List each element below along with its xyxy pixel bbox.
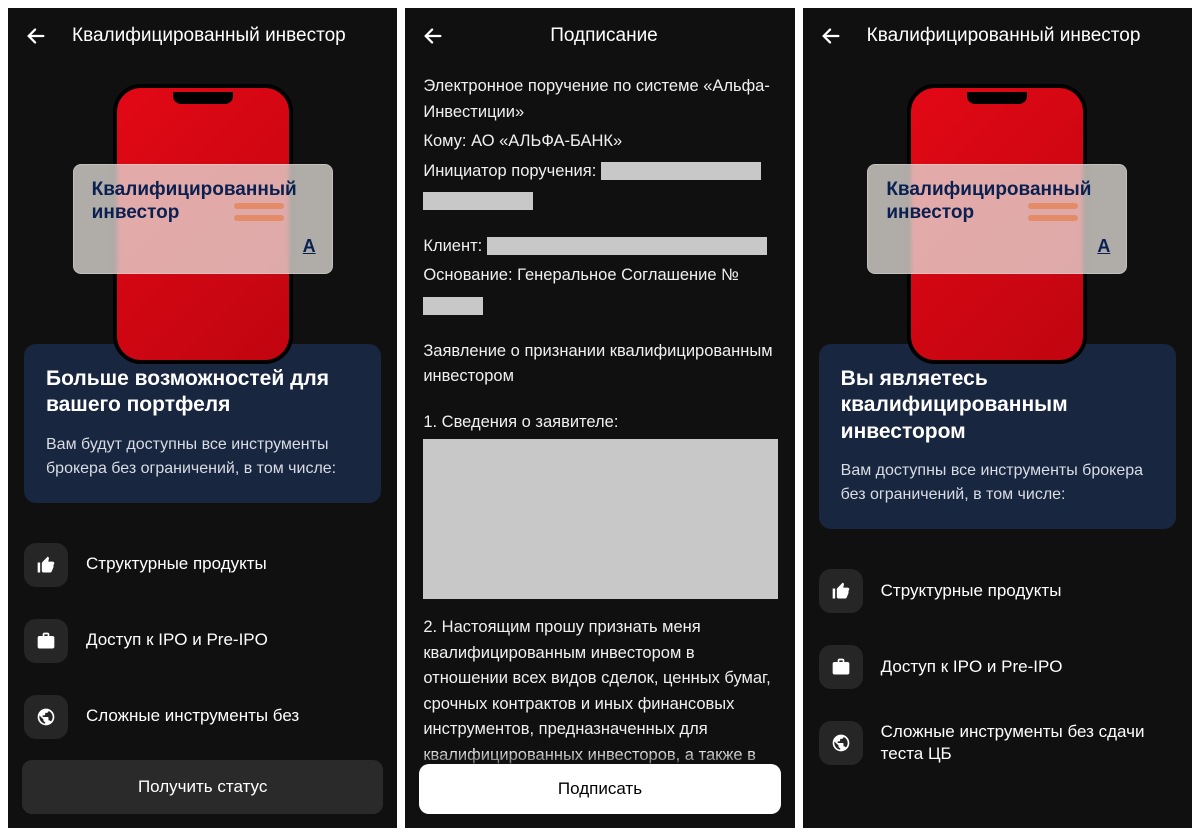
feature-label: Доступ к IPO и Pre-IPO <box>881 656 1063 678</box>
feature-list: Структурные продукты Доступ к IPO и Pre-… <box>8 519 397 763</box>
page-title: Квалифицированный инвестор <box>867 25 1141 47</box>
alpha-logo-icon: A <box>303 236 316 257</box>
info-panel-text: Вам будут доступны все инструменты броке… <box>46 433 359 481</box>
list-item: Структурные продукты <box>819 553 1176 629</box>
screen-qualified-investor-confirmed: Квалифицированный инвестор Квалифицирова… <box>803 8 1192 828</box>
doc-line: Основание: Генеральное Соглашение № <box>423 263 776 289</box>
redacted-value <box>601 162 761 180</box>
header: Квалифицированный инвестор <box>8 8 397 64</box>
header: Подписание <box>405 8 794 64</box>
qualified-card-badge: Квалифицированный инвестор A <box>73 164 333 274</box>
globe-icon <box>24 695 68 739</box>
content: Квалифицированный инвестор A Вы являетес… <box>803 64 1192 828</box>
redacted-value <box>487 237 767 255</box>
back-button[interactable] <box>24 24 48 48</box>
redacted-block <box>423 439 778 599</box>
feature-label: Структурные продукты <box>86 553 267 575</box>
screen-qualified-investor-offer: Квалифицированный инвестор Квалифицирова… <box>8 8 397 828</box>
feature-label: Сложные инструменты без <box>86 705 299 727</box>
get-status-button[interactable]: Получить статус <box>22 760 383 814</box>
globe-icon <box>819 721 863 765</box>
page-title: Квалифицированный инвестор <box>72 25 346 47</box>
doc-line: Инициатор поручения: <box>423 159 776 185</box>
list-item: Доступ к IPO и Pre-IPO <box>24 603 381 679</box>
info-panel-title: Больше возможностей для вашего портфеля <box>46 366 359 419</box>
bottom-bar: Получить статус <box>8 746 397 828</box>
bottom-bar: Подписать <box>405 750 794 828</box>
briefcase-icon <box>24 619 68 663</box>
hero-illustration: Квалифицированный инвестор A <box>803 64 1192 294</box>
list-item: Сложные инструменты без сдачи теста ЦБ <box>819 705 1176 781</box>
hero-illustration: Квалифицированный инвестор A <box>8 64 397 294</box>
list-item: Структурные продукты <box>24 527 381 603</box>
list-item: Доступ к IPO и Pre-IPO <box>819 629 1176 705</box>
back-button[interactable] <box>421 24 445 48</box>
section-heading: 1. Сведения о заявителе: <box>423 410 776 436</box>
alpha-logo-icon: A <box>1097 236 1110 257</box>
doc-line: Электронное поручение по системе «Альфа-… <box>423 74 776 125</box>
feature-list: Структурные продукты Доступ к IPO и Pre-… <box>803 545 1192 789</box>
document-content[interactable]: Электронное поручение по системе «Альфа-… <box>405 64 794 828</box>
thumbs-up-icon <box>819 569 863 613</box>
back-button[interactable] <box>819 24 843 48</box>
list-item: Сложные инструменты без <box>24 679 381 755</box>
qualified-card-badge: Квалифицированный инвестор A <box>867 164 1127 274</box>
statement-title: Заявление о признании квалифицированным … <box>423 339 776 390</box>
info-panel-title: Вы являетесь квалифицированным инвесторо… <box>841 366 1154 445</box>
info-panel: Больше возможностей для вашего портфеля … <box>24 344 381 503</box>
feature-label: Доступ к IPO и Pre-IPO <box>86 629 268 651</box>
redacted-value <box>423 192 533 210</box>
feature-label: Сложные инструменты без сдачи теста ЦБ <box>881 721 1176 765</box>
screen-signing: Подписание Электронное поручение по сист… <box>405 8 794 828</box>
thumbs-up-icon <box>24 543 68 587</box>
page-title: Подписание <box>469 25 738 47</box>
doc-line: Клиент: <box>423 234 776 260</box>
content: Квалифицированный инвестор A Больше возм… <box>8 64 397 828</box>
info-panel: Вы являетесь квалифицированным инвесторо… <box>819 344 1176 529</box>
header: Квалифицированный инвестор <box>803 8 1192 64</box>
doc-line: Кому: АО «АЛЬФА-БАНК» <box>423 129 776 155</box>
arrow-left-icon <box>820 25 842 47</box>
redacted-value <box>423 297 483 315</box>
arrow-left-icon <box>25 25 47 47</box>
info-panel-text: Вам доступны все инструменты брокера без… <box>841 459 1154 507</box>
sign-button[interactable]: Подписать <box>419 764 780 814</box>
feature-label: Структурные продукты <box>881 580 1062 602</box>
arrow-left-icon <box>422 25 444 47</box>
briefcase-icon <box>819 645 863 689</box>
